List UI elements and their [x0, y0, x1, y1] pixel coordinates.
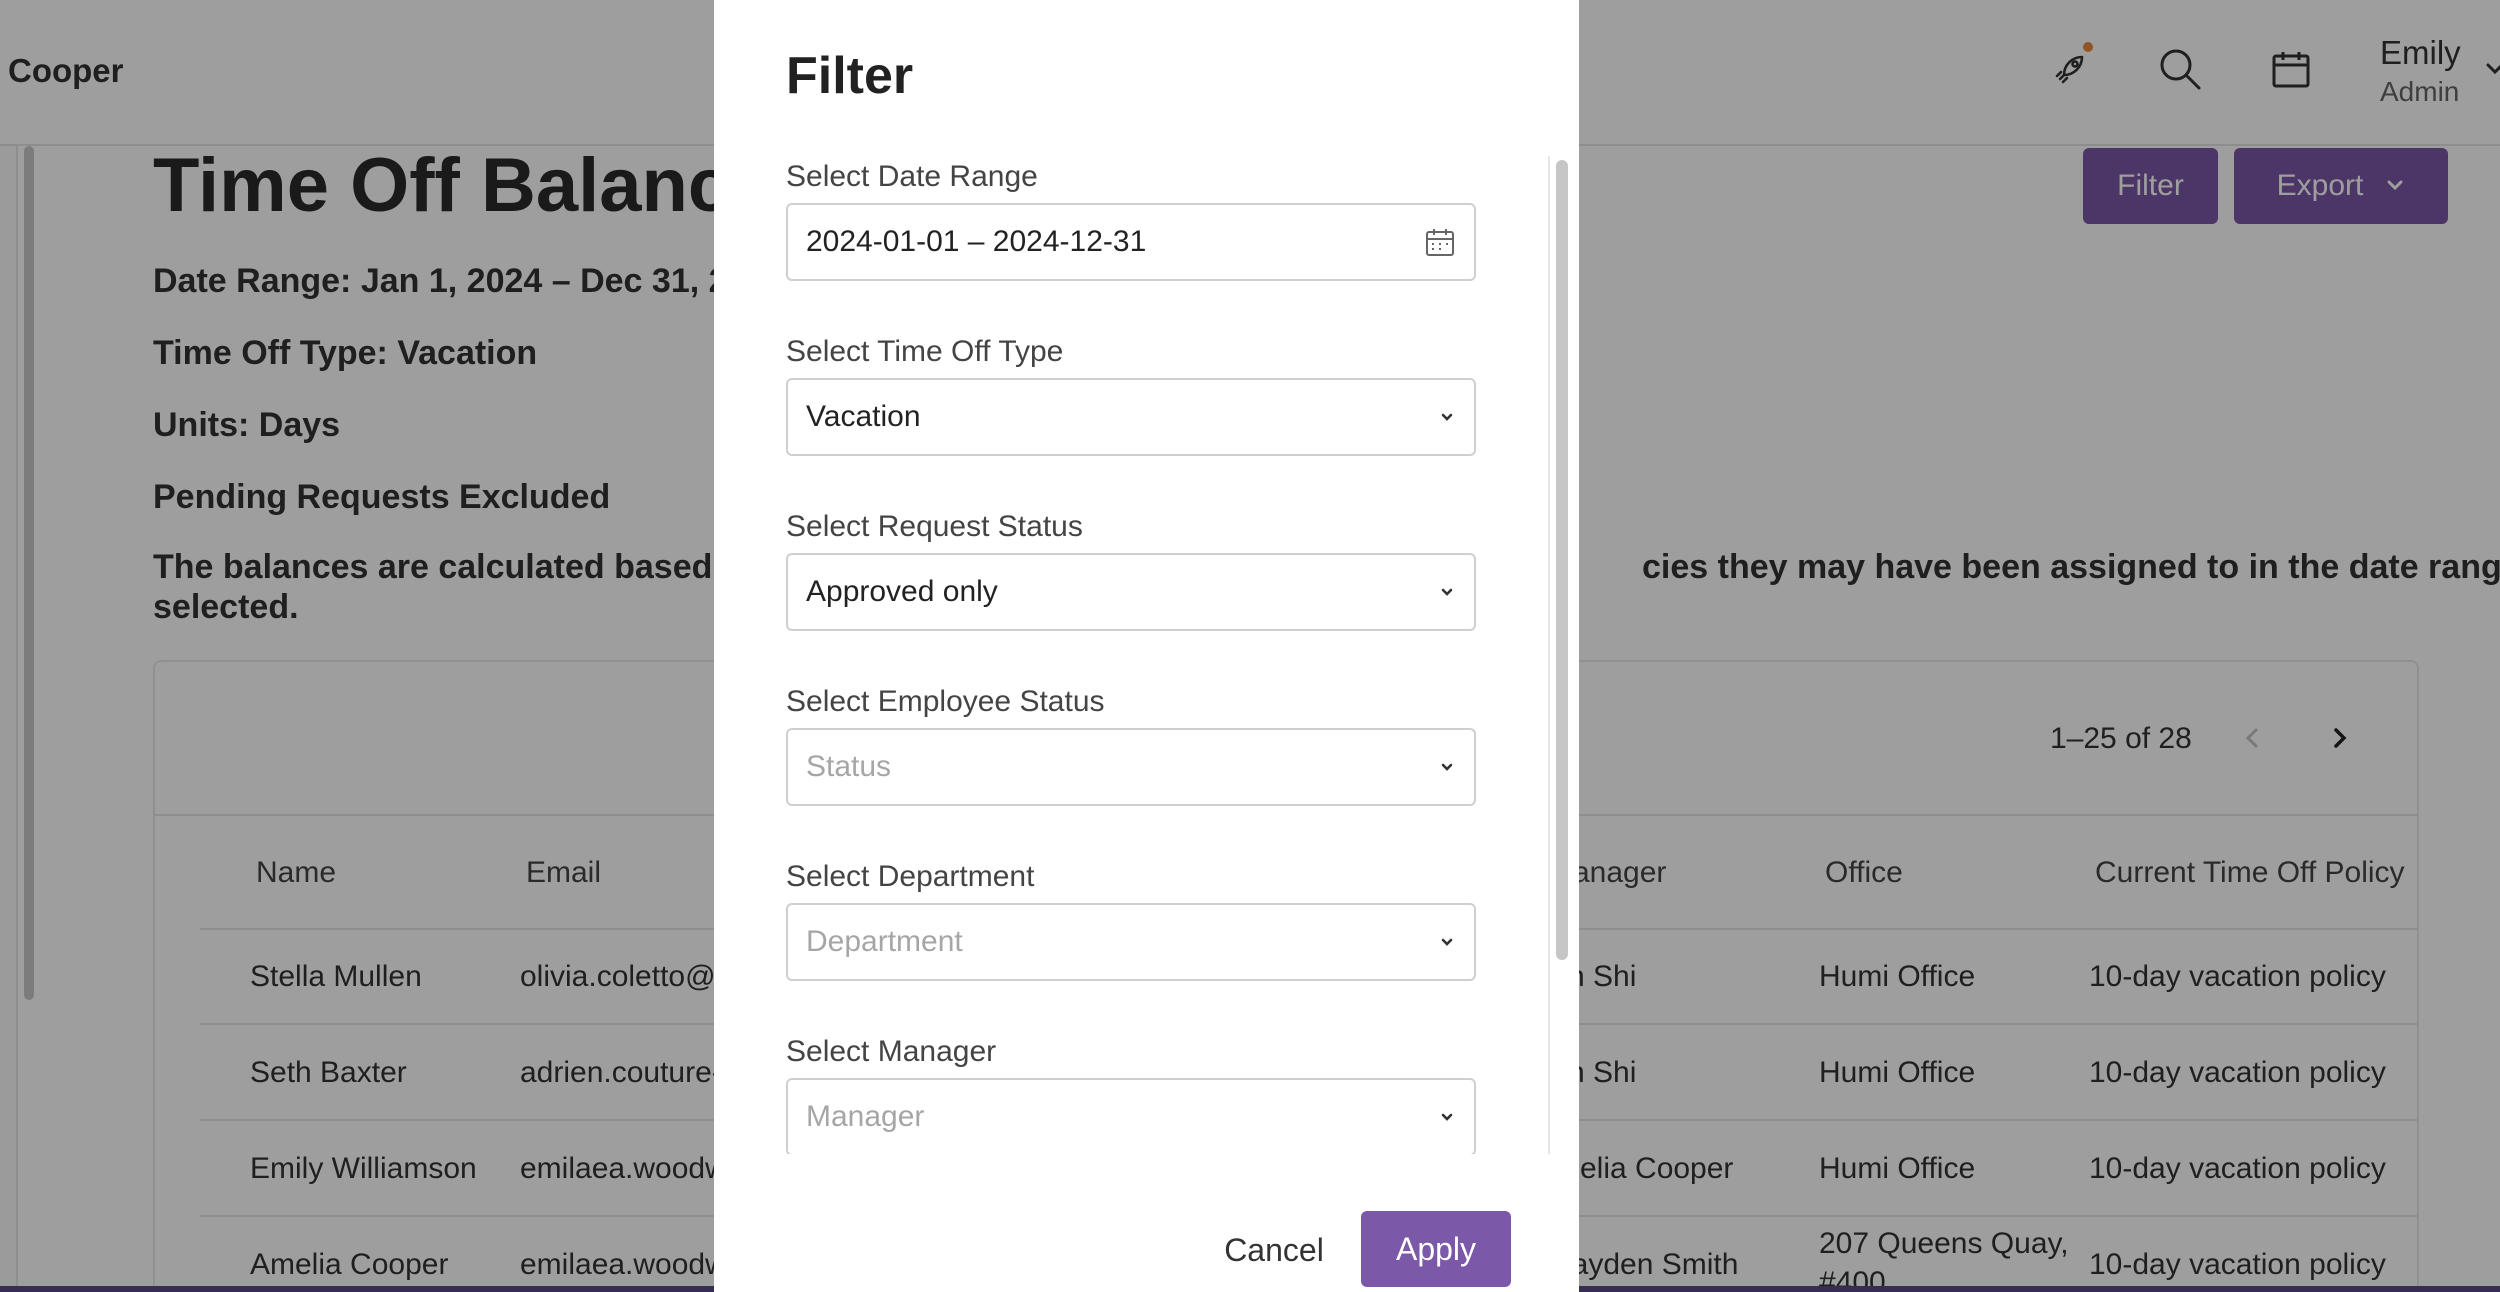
- employee-status-label: Select Employee Status: [786, 685, 1105, 718]
- date-range-value: 2024-01-01 – 2024-12-31: [806, 225, 1147, 258]
- apply-button[interactable]: Apply: [1361, 1211, 1511, 1287]
- manager-placeholder: Manager: [806, 1100, 925, 1133]
- employee-status-placeholder: Status: [806, 750, 892, 783]
- chevron-down-icon: [1438, 583, 1456, 601]
- modal-scrollbar-thumb[interactable]: [1556, 160, 1568, 960]
- manager-label: Select Manager: [786, 1035, 997, 1068]
- department-select[interactable]: Department: [786, 903, 1476, 981]
- calendar-icon[interactable]: [1424, 226, 1456, 258]
- time-off-type-select[interactable]: Vacation: [786, 378, 1476, 456]
- employee-status-select[interactable]: Status: [786, 728, 1476, 806]
- request-status-select[interactable]: Approved only: [786, 553, 1476, 631]
- date-range-label: Select Date Range: [786, 160, 1038, 193]
- chevron-down-icon: [1438, 758, 1456, 776]
- chevron-down-icon: [1438, 408, 1456, 426]
- date-range-field[interactable]: 2024-01-01 – 2024-12-31: [786, 203, 1476, 281]
- request-status-label: Select Request Status: [786, 510, 1083, 543]
- chevron-down-icon: [1438, 1108, 1456, 1126]
- cancel-button[interactable]: Cancel: [1194, 1210, 1354, 1290]
- modal-title: Filter: [786, 47, 914, 105]
- time-off-type-value: Vacation: [806, 400, 921, 433]
- department-placeholder: Department: [806, 925, 963, 958]
- department-label: Select Department: [786, 860, 1035, 893]
- filter-modal: Filter Select Date Range 2024-01-01 – 20…: [714, 0, 1579, 1292]
- manager-select[interactable]: Manager: [786, 1078, 1476, 1156]
- chevron-down-icon: [1438, 933, 1456, 951]
- request-status-value: Approved only: [806, 575, 998, 608]
- time-off-type-label: Select Time Off Type: [786, 335, 1064, 368]
